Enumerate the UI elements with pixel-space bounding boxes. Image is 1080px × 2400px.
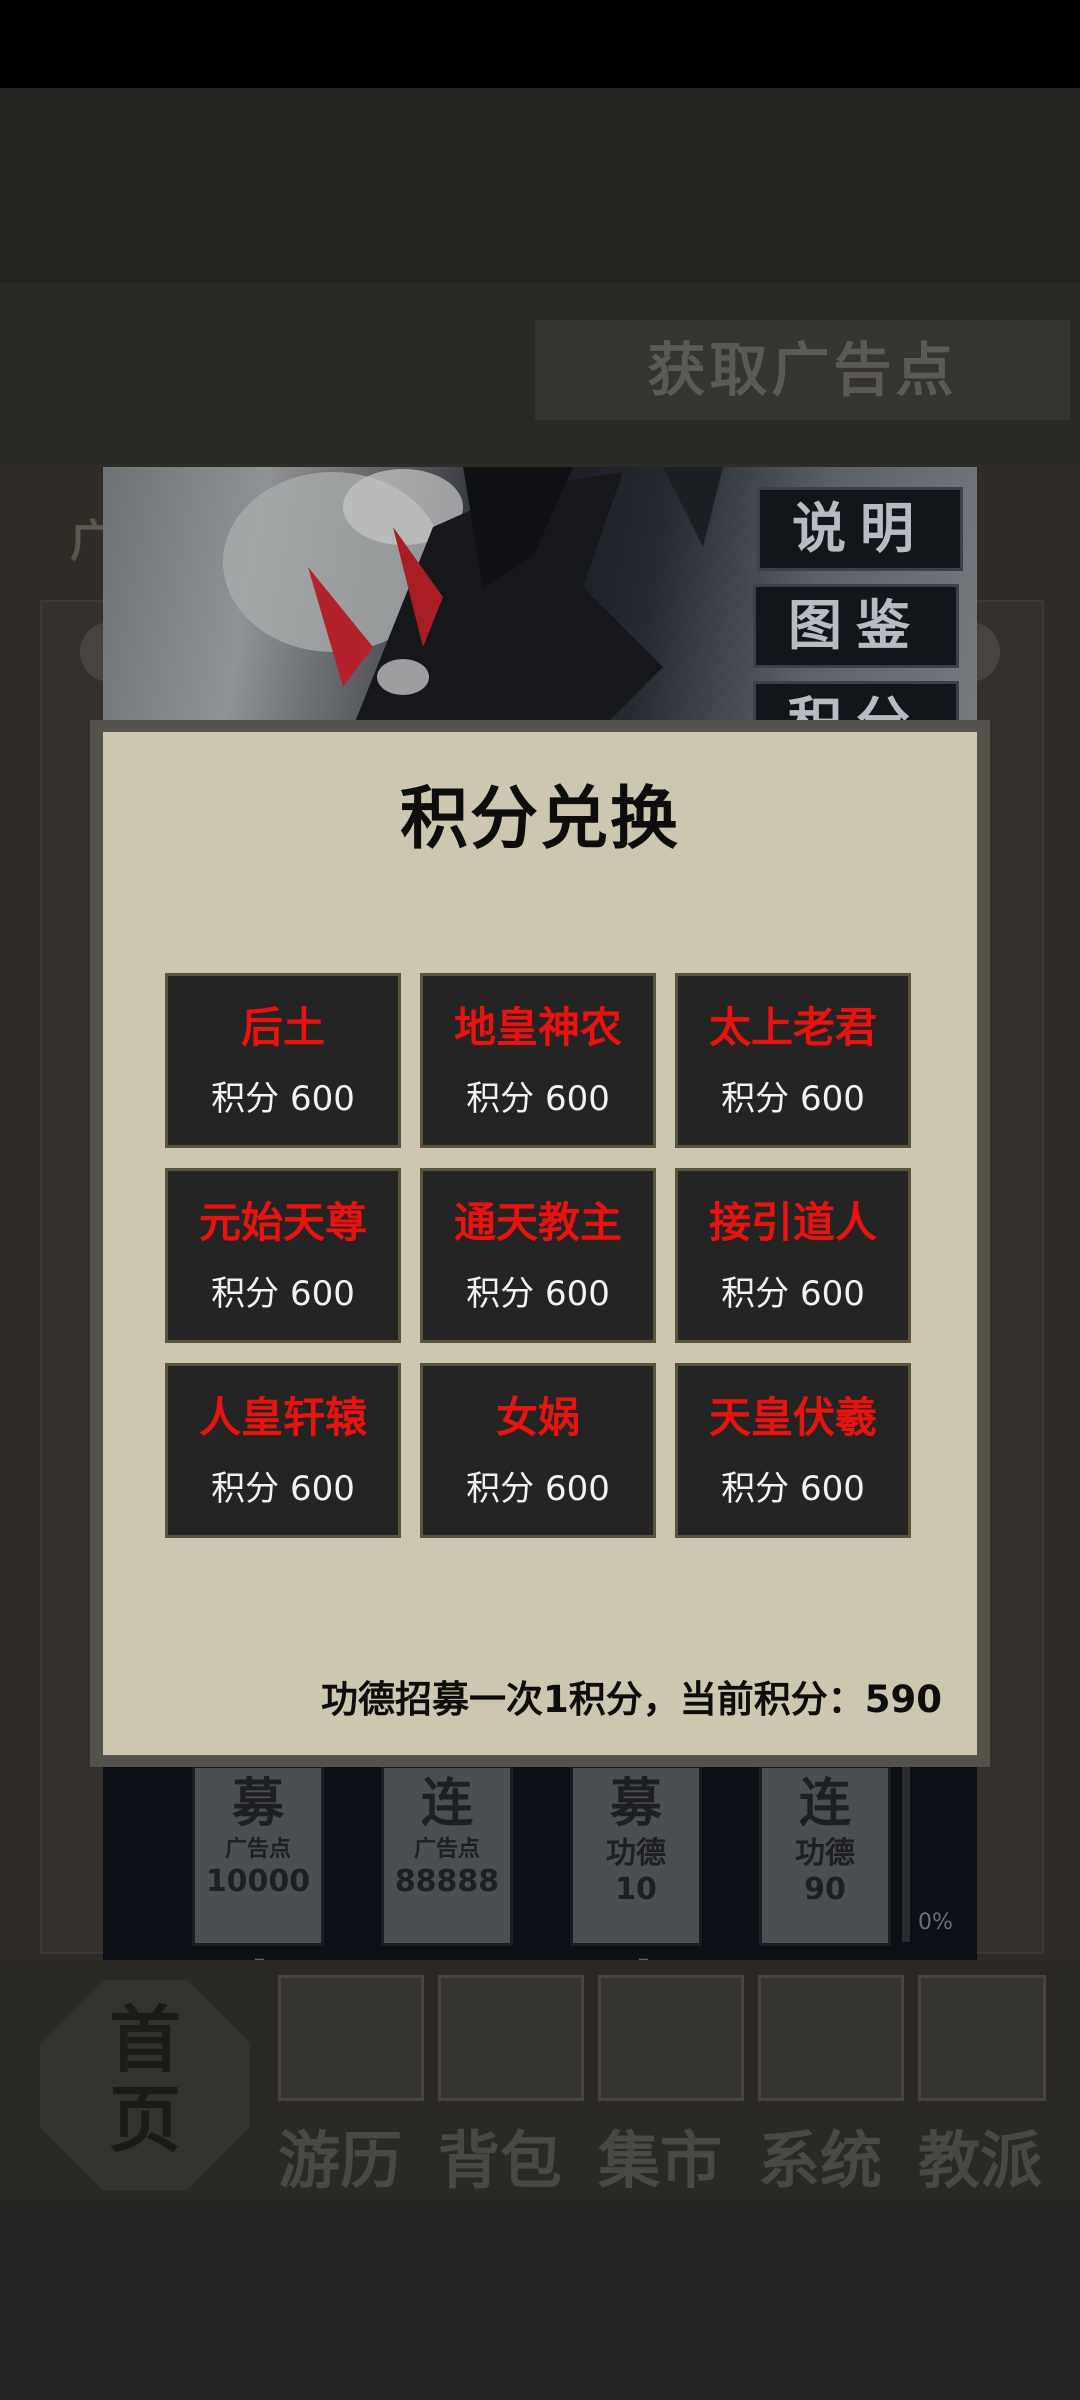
exchange-item-0[interactable]: 后土 积分 600 xyxy=(165,973,401,1148)
nav-system[interactable]: 系统 xyxy=(745,2110,895,2200)
item-cost: 积分 600 xyxy=(721,1274,865,1314)
dialog-title: 积分兑换 xyxy=(399,780,680,859)
exchange-item-7[interactable]: 女娲 积分 600 xyxy=(420,1363,656,1538)
item-cost: 积分 600 xyxy=(721,1079,865,1119)
recruit-cost: 10 xyxy=(615,1872,657,1907)
recruit-cost-label: 功德 xyxy=(795,1836,855,1871)
item-cost: 积分 600 xyxy=(721,1469,865,1509)
item-name: 元始天尊 xyxy=(198,1198,367,1247)
progress-track xyxy=(902,1762,910,1942)
nav-backpack[interactable]: 背包 xyxy=(425,2110,575,2200)
item-name: 地皇神农 xyxy=(453,1003,622,1052)
nav-travel[interactable]: 游历 xyxy=(265,2110,415,2200)
exchange-item-6[interactable]: 人皇轩辕 积分 600 xyxy=(165,1363,401,1538)
recruit-cost: 88888 xyxy=(394,1864,500,1899)
recruit-cost: 90 xyxy=(804,1872,846,1907)
recruit-type: 连 xyxy=(420,1774,473,1834)
background-bottom xyxy=(0,2200,1080,2400)
recruit-card-merit-multi[interactable]: 连 功德 90 xyxy=(759,1765,891,1946)
item-cost: 积分 600 xyxy=(466,1274,610,1314)
item-name: 后土 xyxy=(240,1003,325,1052)
progress-percent: 0% xyxy=(918,1910,953,1935)
recruit-card-ad-multi[interactable]: 连 广告点 88888 xyxy=(381,1765,513,1946)
recruit-cost-label: 广告点 xyxy=(224,1837,291,1862)
item-name: 太上老君 xyxy=(708,1003,877,1052)
system-icon[interactable] xyxy=(758,1975,904,2101)
item-cost: 积分 600 xyxy=(211,1079,355,1119)
item-name: 天皇伏羲 xyxy=(708,1393,877,1442)
sect-icon[interactable] xyxy=(918,1975,1046,2101)
recruit-type: 募 xyxy=(609,1774,662,1834)
recruit-type: 连 xyxy=(798,1774,851,1834)
exchange-item-3[interactable]: 元始天尊 积分 600 xyxy=(165,1168,401,1343)
codex-button[interactable]: 图鉴 xyxy=(753,584,959,668)
instructions-button[interactable]: 说明 xyxy=(757,487,963,571)
item-cost: 积分 600 xyxy=(211,1469,355,1509)
recruit-card-ad-single[interactable]: 募 广告点 10000 xyxy=(192,1765,324,1946)
exchange-item-5[interactable]: 接引道人 积分 600 xyxy=(675,1168,911,1343)
item-cost: 积分 600 xyxy=(211,1274,355,1314)
recruit-type: 募 xyxy=(231,1774,284,1834)
exchange-item-8[interactable]: 天皇伏羲 积分 600 xyxy=(675,1363,911,1538)
market-icon[interactable] xyxy=(598,1975,744,2101)
status-bar xyxy=(0,0,1080,88)
nav-market[interactable]: 集市 xyxy=(585,2110,735,2200)
points-info-text: 功德招募一次1积分，当前积分：590 xyxy=(321,1678,942,1721)
item-name: 人皇轩辕 xyxy=(198,1393,367,1442)
exchange-item-4[interactable]: 通天教主 积分 600 xyxy=(420,1168,656,1343)
item-name: 接引道人 xyxy=(708,1198,877,1247)
recruit-cost: 10000 xyxy=(205,1864,311,1899)
recruit-cost-label: 功德 xyxy=(606,1836,666,1871)
background-top xyxy=(0,88,1080,283)
travel-icon[interactable] xyxy=(278,1975,424,2101)
get-ad-points-button[interactable]: 获取广告点 xyxy=(535,320,1070,420)
item-name: 女娲 xyxy=(495,1393,580,1442)
item-cost: 积分 600 xyxy=(466,1469,610,1509)
item-cost: 积分 600 xyxy=(466,1079,610,1119)
exchange-item-1[interactable]: 地皇神农 积分 600 xyxy=(420,973,656,1148)
recruit-card-merit-single[interactable]: 募 功德 10 xyxy=(570,1765,702,1946)
nav-home-label: 首页 xyxy=(108,1998,181,2162)
nav-sect[interactable]: 教派 xyxy=(905,2110,1055,2200)
backpack-icon[interactable] xyxy=(438,1975,584,2101)
item-name: 通天教主 xyxy=(453,1198,622,1247)
recruit-cost-label: 广告点 xyxy=(413,1837,480,1862)
exchange-item-2[interactable]: 太上老君 积分 600 xyxy=(675,973,911,1148)
